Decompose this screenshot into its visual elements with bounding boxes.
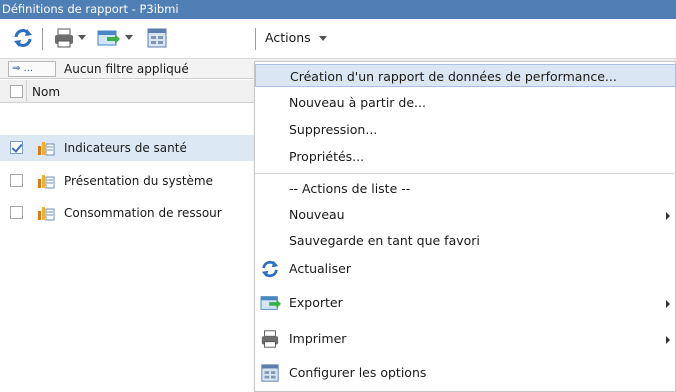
print-dropdown-arrow[interactable] bbox=[78, 35, 86, 40]
filter-button[interactable]: ⇒ ... bbox=[8, 61, 56, 77]
menu-separator bbox=[255, 173, 676, 174]
menu-item-label: Suppression... bbox=[289, 122, 378, 137]
actions-dropdown-arrow[interactable] bbox=[319, 36, 327, 41]
filter-status: Aucun filtre appliqué bbox=[64, 62, 189, 76]
submenu-arrow-icon bbox=[666, 300, 670, 308]
menu-item-create-performance-report[interactable]: Création d'un rapport de données de perf… bbox=[255, 64, 676, 87]
export-dropdown-arrow[interactable] bbox=[125, 35, 133, 40]
toolbar: Actions bbox=[0, 19, 676, 59]
menu-item-new[interactable]: Nouveau bbox=[255, 203, 676, 226]
menu-item-label: Propriétés... bbox=[289, 149, 365, 164]
menu-section-list-actions: -- Actions de liste -- bbox=[255, 177, 676, 200]
menu-item-configure-options[interactable]: Configurer les options bbox=[255, 361, 676, 384]
menu-item-label: Sauvegarde en tant que favori bbox=[289, 233, 480, 248]
actions-context-menu: Création d'un rapport de données de perf… bbox=[254, 61, 676, 392]
menu-item-new-from[interactable]: Nouveau à partir de... bbox=[255, 91, 676, 114]
row-checkbox[interactable] bbox=[10, 141, 23, 154]
menu-item-refresh[interactable]: Actualiser bbox=[255, 257, 676, 280]
row-label: Consommation de ressour bbox=[64, 206, 222, 220]
menu-item-print[interactable]: Imprimer bbox=[255, 327, 676, 350]
menu-item-label: Nouveau bbox=[289, 207, 345, 222]
menu-item-properties[interactable]: Propriétés... bbox=[255, 145, 676, 168]
actions-menu-button[interactable]: Actions bbox=[265, 30, 311, 45]
export-icon[interactable] bbox=[97, 27, 120, 49]
select-all-checkbox[interactable] bbox=[10, 85, 23, 98]
menu-item-label: Actualiser bbox=[289, 261, 351, 276]
menu-item-label: Création d'un rapport de données de perf… bbox=[290, 69, 617, 84]
print-icon[interactable] bbox=[53, 27, 75, 49]
report-icon bbox=[37, 140, 55, 156]
submenu-arrow-icon bbox=[666, 336, 670, 344]
menu-item-label: Configurer les options bbox=[289, 365, 427, 380]
row-label: Présentation du système bbox=[64, 174, 213, 188]
menu-item-label: Exporter bbox=[289, 295, 343, 310]
window-title: Définitions de rapport - P3ibmi bbox=[0, 0, 676, 19]
row-checkbox[interactable] bbox=[10, 174, 23, 187]
menu-item-export[interactable]: Exporter bbox=[255, 291, 676, 314]
export-icon bbox=[260, 293, 281, 313]
menu-section-label: -- Actions de liste -- bbox=[289, 181, 411, 196]
configure-icon bbox=[260, 363, 280, 383]
refresh-icon[interactable] bbox=[12, 27, 34, 49]
menu-item-save-as-favorite[interactable]: Sauvegarde en tant que favori bbox=[255, 229, 676, 252]
row-label: Indicateurs de santé bbox=[64, 141, 187, 155]
submenu-arrow-icon bbox=[666, 212, 670, 220]
configure-icon[interactable] bbox=[146, 27, 168, 49]
toolbar-separator bbox=[42, 28, 43, 50]
print-icon bbox=[260, 329, 280, 349]
toolbar-separator bbox=[255, 28, 256, 50]
report-icon bbox=[37, 173, 55, 189]
row-checkbox[interactable] bbox=[10, 206, 23, 219]
report-icon bbox=[37, 205, 55, 221]
menu-item-label: Nouveau à partir de... bbox=[289, 95, 426, 110]
menu-item-label: Imprimer bbox=[289, 331, 347, 346]
column-divider bbox=[26, 80, 27, 103]
refresh-icon bbox=[260, 259, 280, 279]
column-header-name[interactable]: Nom bbox=[32, 85, 60, 99]
menu-item-delete[interactable]: Suppression... bbox=[255, 118, 676, 141]
